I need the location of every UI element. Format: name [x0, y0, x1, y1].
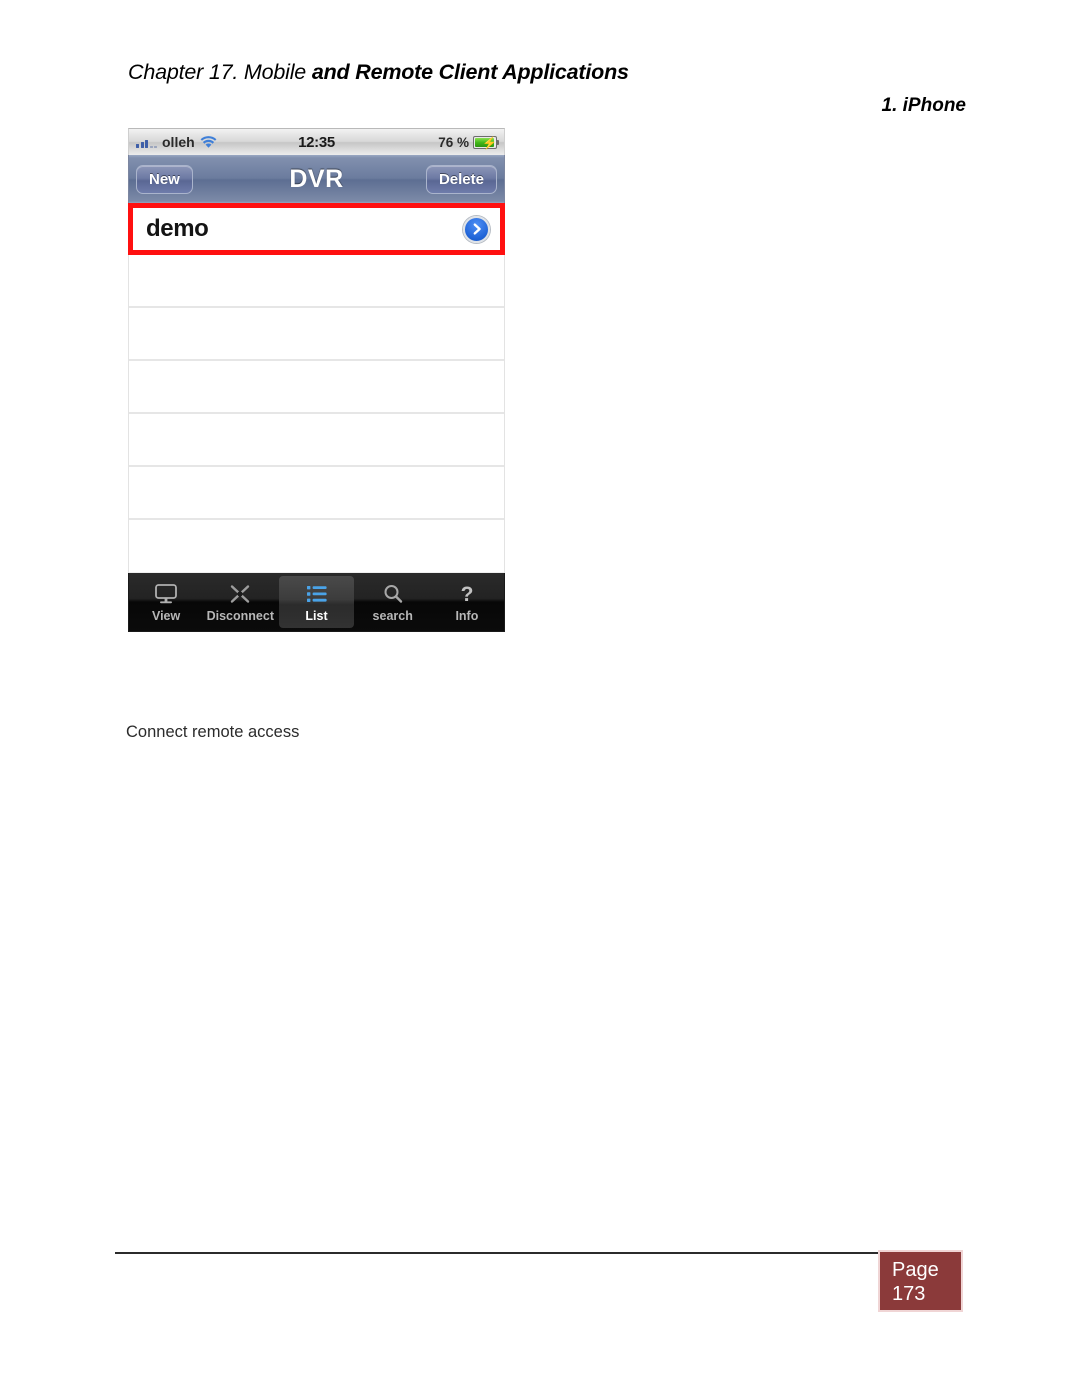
list-item-demo[interactable]: demo [133, 208, 500, 250]
tab-label: search [372, 608, 413, 623]
tab-label: Disconnect [206, 608, 274, 623]
tab-label: List [305, 608, 328, 623]
chapter-heading-bold: and Remote Client Applications [311, 60, 629, 84]
tab-info[interactable]: ? Info [430, 573, 504, 631]
iphone-screenshot: olleh 12:35 76 % ⚡ New DVR Delete demo V… [128, 128, 505, 632]
tab-disconnect[interactable]: Disconnect [203, 573, 277, 631]
tab-bar: View Disconnect List search ? Info [128, 573, 505, 632]
battery-percent-label: 76 % [438, 134, 469, 150]
page-label: Page [892, 1259, 939, 1281]
tab-label: Info [455, 608, 479, 623]
list-item-label: demo [146, 215, 209, 242]
footer-divider [115, 1252, 880, 1254]
list-row[interactable] [129, 414, 504, 467]
list-row[interactable] [129, 361, 504, 414]
monitor-icon [154, 582, 178, 607]
chapter-heading-prefix: Chapter 17. Mobile [128, 60, 312, 84]
section-heading: 1. iPhone [881, 95, 966, 116]
tab-search[interactable]: search [356, 573, 430, 631]
list-icon [305, 582, 329, 607]
status-bar: olleh 12:35 76 % ⚡ [128, 128, 505, 155]
list-body [128, 255, 505, 573]
tab-view[interactable]: View [129, 573, 203, 631]
page-number: 173 [892, 1283, 926, 1305]
document-header: Chapter 17. Mobile and Remote Client App… [128, 60, 988, 117]
status-bar-right: 76 % ⚡ [438, 135, 504, 150]
search-icon [381, 582, 405, 607]
chapter-heading: Chapter 17. Mobile and Remote Client App… [128, 60, 988, 85]
tab-list[interactable]: List [279, 576, 354, 628]
tab-label: View [151, 608, 181, 623]
disclosure-arrow-icon[interactable] [463, 215, 490, 243]
figure-caption: Connect remote access [126, 723, 300, 741]
list-row[interactable] [129, 255, 504, 308]
question-mark-icon: ? [455, 582, 479, 607]
new-button[interactable]: New [136, 164, 193, 194]
list-row[interactable] [129, 308, 504, 361]
battery-charging-icon: ⚡ [473, 135, 499, 149]
disconnect-x-icon [228, 582, 252, 607]
navigation-bar: New DVR Delete [128, 155, 505, 203]
page-number-box: Page 173 [878, 1250, 963, 1312]
list-row[interactable] [129, 467, 504, 520]
highlight-box: demo [128, 203, 505, 255]
list-row[interactable] [129, 520, 504, 573]
svg-text:?: ? [460, 583, 473, 605]
delete-button[interactable]: Delete [425, 164, 497, 194]
